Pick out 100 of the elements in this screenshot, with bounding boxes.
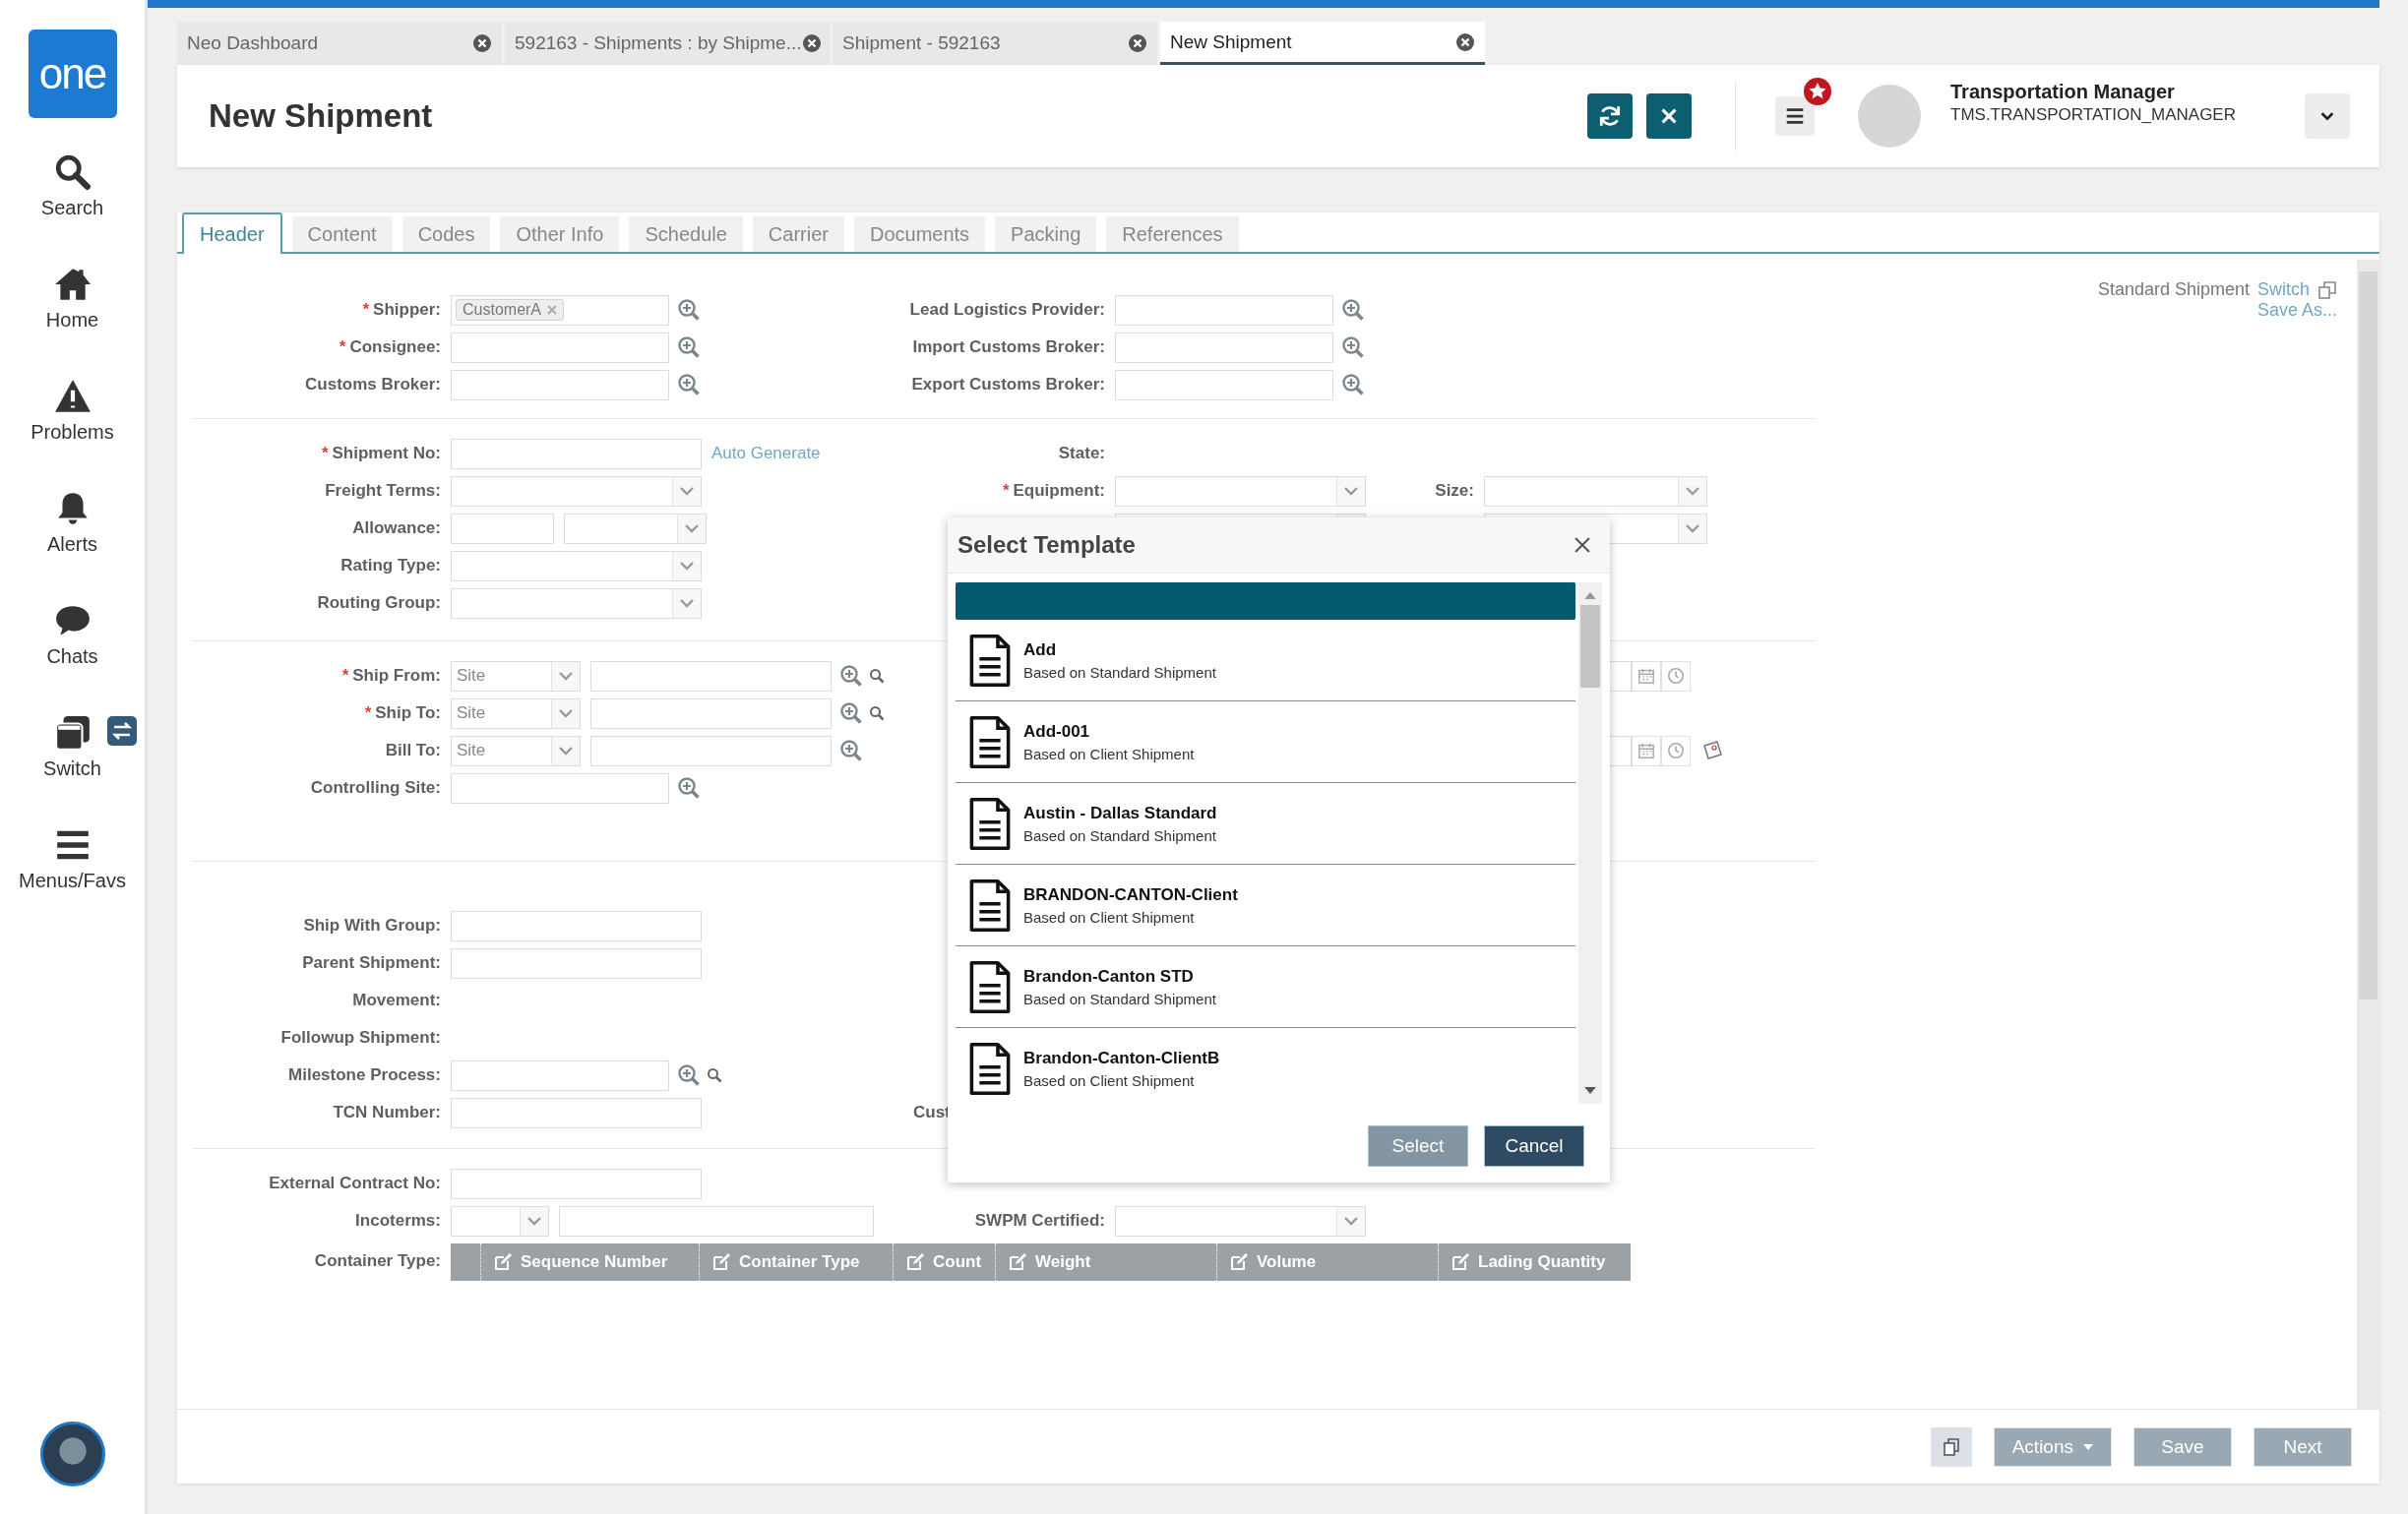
remove-icon[interactable]	[547, 305, 558, 315]
refresh-button[interactable]	[1587, 93, 1633, 139]
search-icon[interactable]	[869, 668, 885, 684]
sidebar-item[interactable]: Chats	[3, 602, 142, 714]
lookup-field[interactable]	[1115, 332, 1333, 363]
text-field[interactable]	[559, 1205, 874, 1237]
close-icon[interactable]	[1128, 33, 1147, 53]
copy-icon[interactable]	[2317, 279, 2337, 300]
lookup-field[interactable]	[451, 1060, 669, 1091]
app-logo[interactable]: one	[28, 30, 117, 118]
menu-button[interactable]	[1775, 96, 1815, 136]
note-icon[interactable]	[1700, 739, 1724, 762]
sidebar-item[interactable]: Menus/Favs	[3, 826, 142, 939]
template-item[interactable]: Brandon-Canton-ClientB Based on Client Shipment	[956, 1028, 1575, 1104]
form-tab[interactable]: References	[1106, 216, 1239, 252]
page-tab[interactable]: Shipment - 592163	[833, 22, 1157, 65]
scroll-up-arrow-icon[interactable]	[1584, 592, 1596, 599]
text-field[interactable]	[451, 1097, 702, 1128]
lookup-field[interactable]	[1115, 369, 1333, 400]
lookup-field[interactable]	[451, 369, 669, 400]
text-field[interactable]	[451, 513, 554, 544]
zoom-in-icon[interactable]	[677, 1063, 701, 1087]
dropdown-field[interactable]	[1115, 475, 1366, 507]
time-button[interactable]	[1661, 735, 1691, 766]
actions-menu-button[interactable]: Actions	[1993, 1426, 2112, 1467]
search-icon[interactable]	[869, 705, 885, 721]
column-header[interactable]: Lading Quantity	[1438, 1243, 1631, 1281]
column-header[interactable]: Volume	[1216, 1243, 1438, 1281]
template-item[interactable]: Add Based on Standard Shipment	[956, 620, 1575, 701]
template-item[interactable]: Austin - Dallas Standard Based on Standard Shipment	[956, 783, 1575, 865]
zoom-in-icon[interactable]	[839, 739, 863, 762]
text-field[interactable]	[590, 660, 832, 692]
form-tab[interactable]: Carrier	[752, 216, 844, 252]
text-field[interactable]	[451, 438, 702, 469]
zoom-in-icon[interactable]	[1341, 373, 1365, 396]
form-tab[interactable]: Documents	[853, 216, 986, 252]
sidebar-item[interactable]: Search	[3, 153, 142, 266]
scrollbar[interactable]	[1578, 582, 1602, 1104]
text-field[interactable]	[590, 735, 832, 766]
dialog-button[interactable]: Cancel	[1484, 1125, 1584, 1167]
template-item[interactable]: Brandon-Canton STD Based on Standard Shipment	[956, 946, 1575, 1028]
calendar-button[interactable]	[1632, 660, 1661, 692]
copy-button[interactable]	[1930, 1426, 1972, 1467]
close-icon[interactable]	[472, 33, 492, 53]
scroll-down-arrow-icon[interactable]	[1584, 1087, 1596, 1094]
dropdown-field[interactable]	[564, 513, 707, 544]
zoom-in-icon[interactable]	[1341, 298, 1365, 322]
lookup-field[interactable]: CustomerA	[451, 294, 669, 326]
search-icon[interactable]	[707, 1067, 722, 1083]
dropdown-field[interactable]	[451, 550, 702, 581]
zoom-in-icon[interactable]	[677, 373, 701, 396]
page-tab[interactable]: New Shipment	[1160, 22, 1485, 65]
switch-link[interactable]: Switch	[2257, 279, 2310, 300]
dropdown-field[interactable]: Site	[451, 697, 581, 729]
footer-button[interactable]: Next	[2254, 1426, 2352, 1467]
auto-generate-link[interactable]: Auto Generate	[711, 444, 821, 463]
lookup-field[interactable]	[1115, 294, 1333, 326]
zoom-in-icon[interactable]	[1341, 335, 1365, 359]
zoom-in-icon[interactable]	[839, 701, 863, 725]
sidebar-item[interactable]: Switch	[3, 714, 142, 826]
sidebar-item[interactable]: Home	[3, 266, 142, 378]
form-tab[interactable]: Packing	[995, 216, 1097, 252]
dropdown-field[interactable]	[451, 1205, 549, 1237]
text-field[interactable]	[451, 1168, 702, 1199]
zoom-in-icon[interactable]	[677, 776, 701, 800]
text-field[interactable]	[451, 910, 702, 941]
swap-icon[interactable]	[106, 716, 137, 746]
form-tab[interactable]: Other Info	[500, 216, 620, 252]
zoom-in-icon[interactable]	[677, 335, 701, 359]
template-item[interactable]: Add-001 Based on Client Shipment	[956, 701, 1575, 783]
dropdown-field[interactable]: Site	[451, 735, 581, 766]
lookup-field[interactable]	[451, 332, 669, 363]
dropdown-field[interactable]	[1484, 475, 1707, 507]
lookup-field[interactable]	[451, 772, 669, 804]
zoom-in-icon[interactable]	[677, 298, 701, 322]
footer-button[interactable]: Save	[2133, 1426, 2232, 1467]
calendar-button[interactable]	[1632, 735, 1661, 766]
page-tab[interactable]: Neo Dashboard	[177, 22, 502, 65]
close-button[interactable]	[1646, 93, 1692, 139]
scrollbar[interactable]	[2357, 260, 2379, 1409]
time-button[interactable]	[1661, 660, 1691, 692]
close-icon[interactable]	[1573, 535, 1592, 555]
user-menu-button[interactable]	[2305, 93, 2350, 139]
sidebar-item[interactable]: Alerts	[3, 490, 142, 602]
form-tab[interactable]: Schedule	[629, 216, 743, 252]
sidebar-item[interactable]: Problems	[3, 378, 142, 490]
form-tab[interactable]: Content	[291, 216, 393, 252]
zoom-in-icon[interactable]	[839, 664, 863, 688]
page-tab[interactable]: 592163 - Shipments : by Shipme...	[505, 22, 830, 65]
text-field[interactable]	[590, 697, 832, 729]
column-header[interactable]: Weight	[995, 1243, 1216, 1281]
close-icon[interactable]	[801, 33, 822, 53]
dropdown-field[interactable]: Site	[451, 660, 581, 692]
close-icon[interactable]	[1455, 31, 1475, 52]
scrollbar-thumb[interactable]	[1580, 605, 1600, 688]
dropdown-field[interactable]	[1115, 1205, 1366, 1237]
dropdown-field[interactable]	[451, 587, 702, 619]
form-tab[interactable]: Codes	[401, 216, 491, 252]
column-header[interactable]: Sequence Number	[480, 1243, 699, 1281]
column-header[interactable]: Container Type	[699, 1243, 893, 1281]
